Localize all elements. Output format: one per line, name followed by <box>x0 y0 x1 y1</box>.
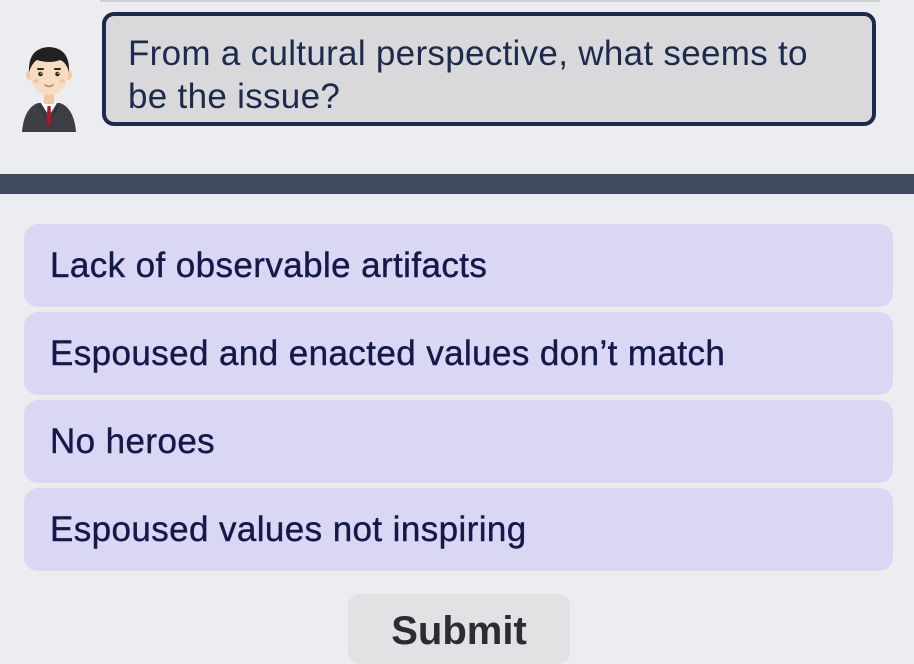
answer-option-label: No heroes <box>50 421 216 461</box>
section-divider-bar <box>0 174 914 194</box>
question-speech-bubble: From a cultural perspective, what seems … <box>102 12 876 126</box>
question-text: From a cultural perspective, what seems … <box>128 34 808 116</box>
top-divider-line <box>100 0 880 2</box>
answer-option-label: Espoused and enacted values don’t match <box>50 333 726 373</box>
answer-option-4[interactable]: Espoused values not inspiring <box>24 488 893 571</box>
answer-option-label: Espoused values not inspiring <box>50 509 527 549</box>
answer-option-3[interactable]: No heroes <box>24 400 893 483</box>
answer-options-list: Lack of observable artifacts Espoused an… <box>24 224 893 576</box>
answer-option-label: Lack of observable artifacts <box>50 245 488 285</box>
answer-option-2[interactable]: Espoused and enacted values don’t match <box>24 312 893 395</box>
answer-option-1[interactable]: Lack of observable artifacts <box>24 224 893 307</box>
businessman-avatar-icon <box>22 47 76 132</box>
submit-button[interactable]: Submit <box>348 594 570 664</box>
